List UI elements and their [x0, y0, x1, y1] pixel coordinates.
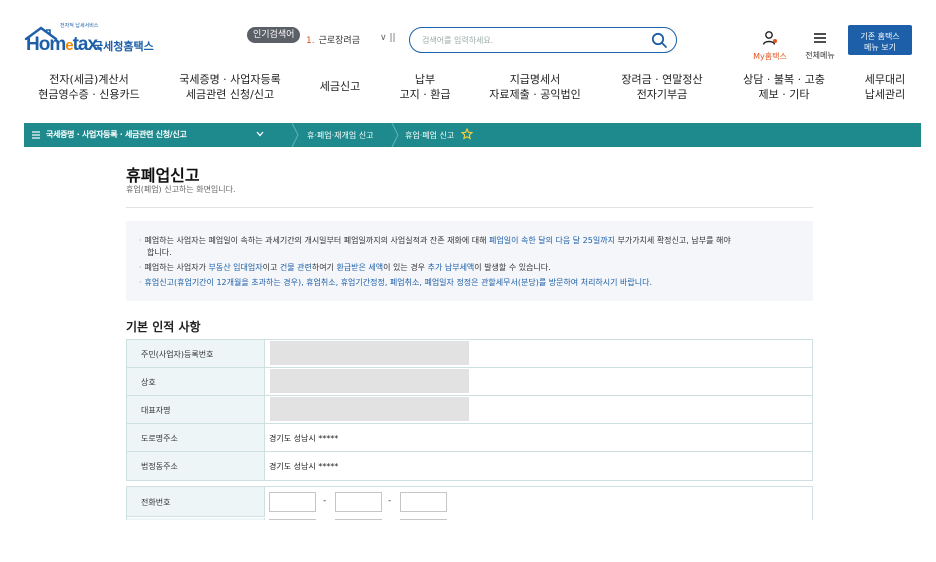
top-bar: 전자적 납세서비스 Hometax. 국세청홈택스 인기검색어 1. 근로장려금 …: [0, 0, 936, 66]
hometax-logo[interactable]: 전자적 납세서비스 Hometax. 국세청홈택스: [24, 22, 164, 56]
search-icon[interactable]: [650, 31, 668, 49]
notice-line-3: · 휴업신고(휴업기간이 12개월을 초과하는 경우), 휴업취소, 휴업기간정정…: [139, 278, 653, 287]
logo-tagline: 전자적 납세서비스: [60, 23, 99, 29]
search-box: [409, 27, 677, 53]
next-row-input[interactable]: [269, 519, 316, 520]
next-row-input[interactable]: [335, 519, 382, 520]
phone-label: 전화번호: [127, 487, 265, 517]
logo-korean-name: 국세청홈택스: [93, 40, 154, 53]
row-label: 대표자명: [127, 396, 265, 423]
redacted-business-name: [270, 369, 469, 393]
section-title: 기본 인적 사항: [126, 320, 201, 334]
chevron-down-icon[interactable]: [255, 128, 265, 140]
row-label: 도로명주소: [127, 424, 265, 451]
basic-info-table: 주민(사업자)등록번호 상호 대표자명 도로명주소 경기도 성남시 ***** …: [126, 339, 813, 481]
phone-dash: -: [323, 496, 327, 506]
redacted-representative-name: [270, 397, 469, 421]
notice-box: · 폐업하는 사업자는 폐업일이 속하는 과세기간의 개시일부터 폐업일까지의 사…: [126, 221, 813, 301]
row-label: 상호: [127, 368, 265, 395]
next-row-label: [127, 518, 265, 520]
phone-part-3-input[interactable]: [400, 492, 447, 512]
breadcrumb-level-3: 휴업·폐업 신고: [405, 131, 455, 140]
page-title: 휴폐업신고: [126, 166, 200, 185]
popular-search-term[interactable]: 1. 근로장려금: [306, 33, 360, 46]
all-menu-label: 전체메뉴: [805, 51, 835, 60]
star-icon[interactable]: [461, 128, 473, 140]
row-value: 경기도 성남시 *****: [269, 434, 339, 443]
user-icon: [762, 31, 777, 45]
row-label: 법정동주소: [127, 452, 265, 480]
gnb-item-tax-agent[interactable]: 세무대리 납세관리: [855, 72, 915, 102]
gnb-item-consulting[interactable]: 상담 · 불복 · 고충 제보 · 기타: [737, 72, 831, 102]
gnb-item-payment[interactable]: 납부 고지 · 환급: [394, 72, 456, 102]
next-row-input[interactable]: [400, 519, 447, 520]
row-label: 주민(사업자)등록번호: [127, 340, 265, 367]
table-row: 도로명주소 경기도 성남시 *****: [127, 424, 812, 452]
table-row: 대표자명: [127, 396, 812, 424]
my-hometax-button[interactable]: My홈택스: [748, 30, 792, 61]
main-navigation: 전자(세금)계산서 현금영수증 · 신용카드 국세증명 · 사업자등록 세금관련 신…: [0, 72, 936, 108]
menu-icon[interactable]: [30, 129, 42, 141]
popular-search-controls[interactable]: ∨ ||: [380, 33, 396, 43]
row-value: 경기도 성남시 *****: [269, 462, 339, 471]
chevron-right-icon: [291, 123, 299, 147]
chevron-right-icon: [391, 123, 399, 147]
title-divider: [126, 207, 813, 208]
phone-part-1-input[interactable]: [269, 492, 316, 512]
breadcrumb: 국세증명 · 사업자등록 · 세금관련 신청/신고 휴·폐업·재개업 신고 휴업…: [24, 123, 921, 147]
notice-line-2: · 폐업하는 사업자가 부동산 임대업자이고 건물 관련하여기 환급받은 세액이 …: [139, 263, 551, 272]
logo-wordmark: Hometax.: [26, 34, 102, 55]
phone-part-2-input[interactable]: [335, 492, 382, 512]
gnb-item-e-invoice[interactable]: 전자(세금)계산서 현금영수증 · 신용카드: [36, 72, 142, 102]
gnb-item-tax-filing[interactable]: 세금신고: [313, 79, 367, 94]
gnb-item-certificates[interactable]: 국세증명 · 사업자등록 세금관련 신청/신고: [174, 72, 286, 102]
breadcrumb-level-2[interactable]: 휴·폐업·재개업 신고: [307, 130, 374, 141]
notice-line-1: · 폐업하는 사업자는 폐업일이 속하는 과세기간의 개시일부터 폐업일까지의 사…: [139, 236, 731, 257]
table-row: 상호: [127, 368, 812, 396]
table-row: 주민(사업자)등록번호: [127, 340, 812, 368]
legacy-menu-button[interactable]: 기존 홈택스 메뉴 보기: [848, 25, 912, 55]
hamburger-icon: [814, 33, 826, 43]
my-hometax-label: My홈택스: [753, 52, 787, 61]
phone-dash: -: [388, 496, 392, 506]
gnb-item-statements[interactable]: 지급명세서 자료제출 · 공익법인: [484, 72, 586, 102]
popular-search-badge: 인기검색어: [247, 27, 301, 43]
all-menu-button[interactable]: 전체메뉴: [800, 30, 840, 60]
table-row: 법정동주소 경기도 성남시 *****: [127, 452, 812, 480]
page-description: 휴업(폐업) 신고하는 화면입니다.: [126, 185, 236, 194]
breadcrumb-level-1[interactable]: 국세증명 · 사업자등록 · 세금관련 신청/신고: [46, 129, 187, 140]
search-input[interactable]: [422, 32, 642, 48]
redacted-registration-number: [270, 341, 469, 365]
gnb-item-incentives[interactable]: 장려금 · 연말정산 전자기부금: [614, 72, 710, 102]
phone-table: 전화번호 - -: [126, 486, 813, 520]
